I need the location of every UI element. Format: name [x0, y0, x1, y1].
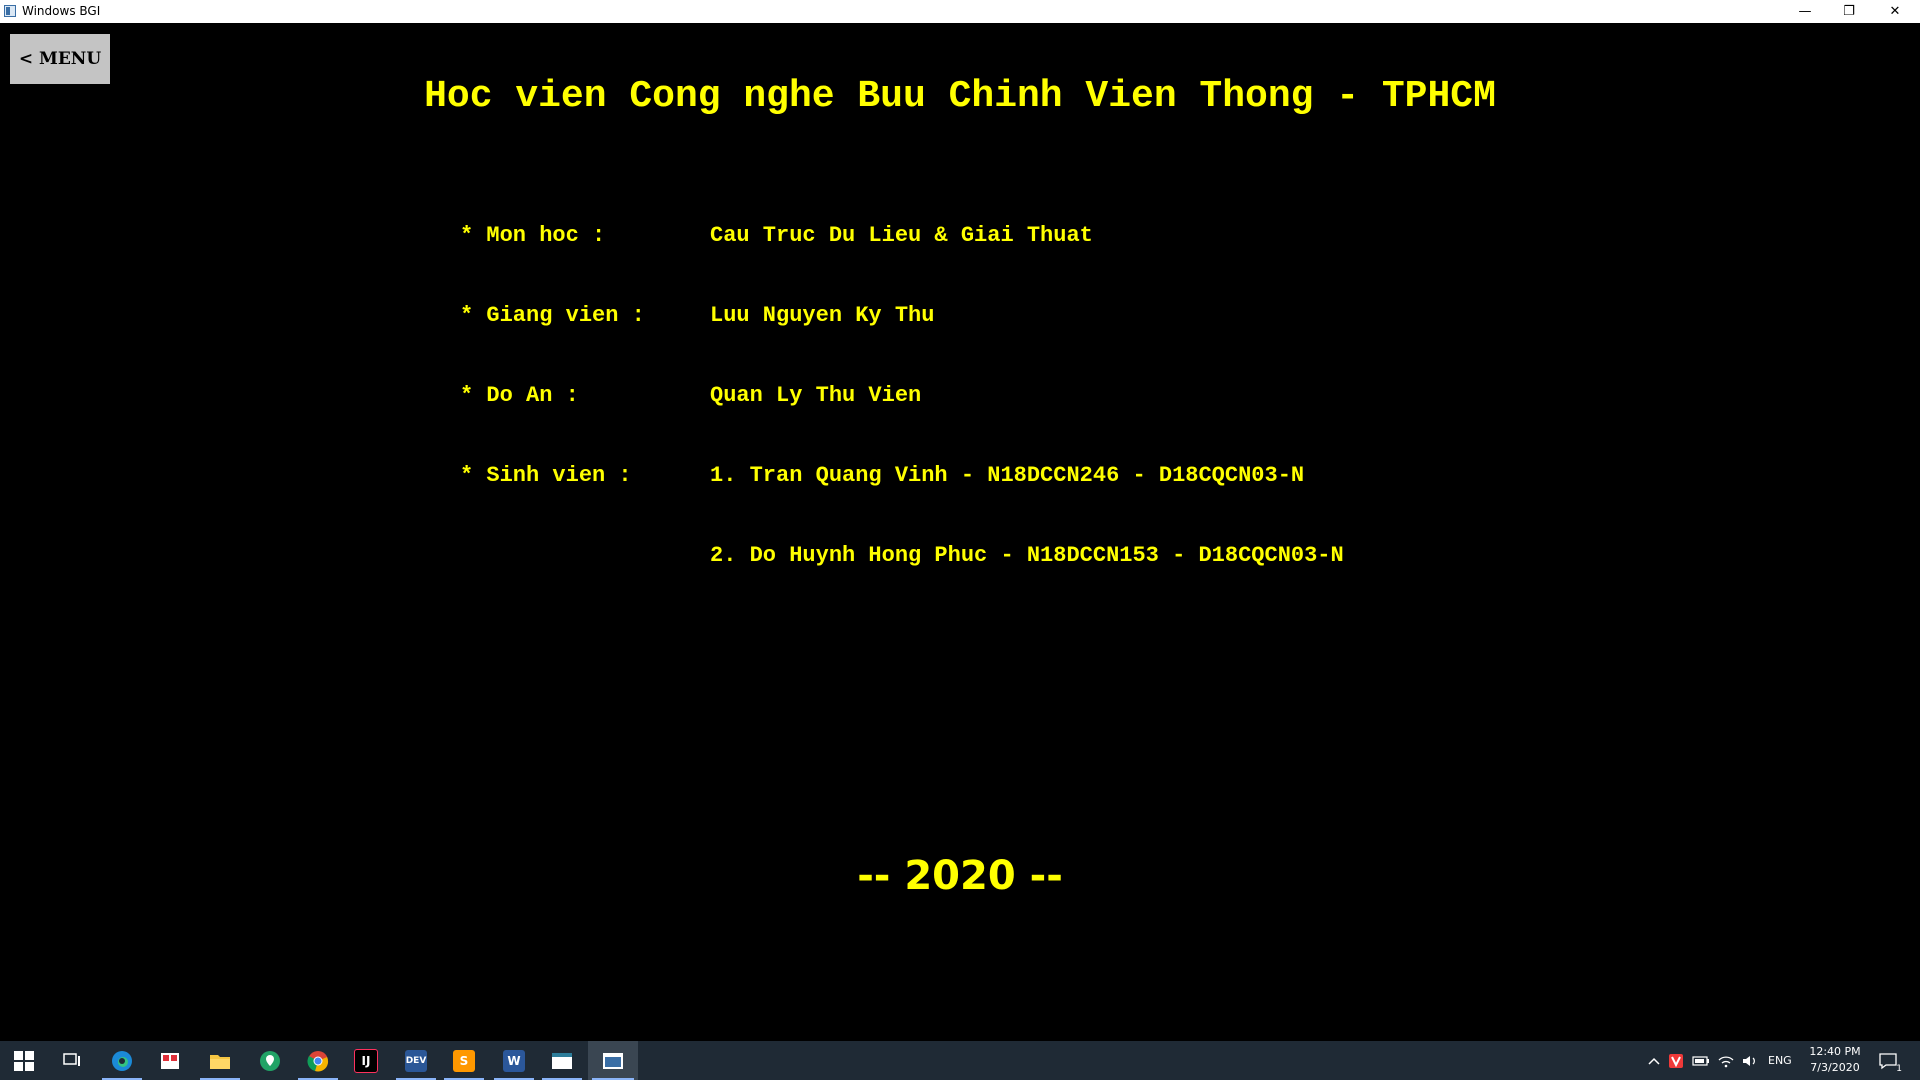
task-view-icon: [63, 1052, 80, 1066]
page-title: Hoc vien Cong nghe Buu Chinh Vien Thong …: [424, 75, 1496, 118]
wifi-icon[interactable]: [1718, 1054, 1734, 1068]
battery-icon[interactable]: [1692, 1055, 1710, 1067]
clock-date: 7/3/2020: [1810, 1061, 1860, 1074]
project-label: * Do An :: [460, 383, 579, 408]
project-value: Quan Ly Thu Vien: [710, 383, 922, 408]
clock-time: 12:40 PM: [1809, 1045, 1861, 1058]
windows-start-icon: [14, 1050, 34, 1071]
clock[interactable]: 12:40 PM 7/3/2020: [1800, 1044, 1870, 1076]
dev-cpp-icon: DEV: [405, 1049, 427, 1072]
student-2: 2. Do Huynh Hong Phuc - N18DCCN153 - D18…: [710, 543, 1344, 568]
window-title: Windows BGI: [22, 4, 101, 18]
students-label: * Sinh vien :: [460, 463, 632, 488]
word-icon: W: [503, 1049, 525, 1072]
taskbar-intellij[interactable]: IJ: [342, 1041, 390, 1080]
taskbar: IJ DEV S W ENG 12:40 PM 7/3/2020 1: [0, 1041, 1920, 1080]
chrome-icon: [307, 1050, 329, 1071]
students-row-2: 2. Do Huynh Hong Phuc - N18DCCN153 - D18…: [460, 543, 1344, 618]
minimize-button[interactable]: —: [1782, 0, 1828, 23]
subject-value: Cau Truc Du Lieu & Giai Thuat: [710, 223, 1093, 248]
restore-button[interactable]: ❐: [1826, 0, 1872, 23]
taskbar-file-explorer[interactable]: [196, 1041, 244, 1080]
snipping-tool-icon: [161, 1052, 179, 1069]
student-1: 1. Tran Quang Vinh - N18DCCN246 - D18CQC…: [710, 463, 1305, 488]
windows-bgi-icon: [603, 1052, 623, 1069]
volume-icon[interactable]: [1742, 1054, 1758, 1068]
chevron-up-icon[interactable]: [1648, 1056, 1660, 1066]
task-view-button[interactable]: [48, 1041, 96, 1080]
edge-icon: [112, 1050, 132, 1071]
intellij-icon: IJ: [354, 1048, 378, 1073]
vivaldi-tray-icon[interactable]: [1668, 1053, 1684, 1069]
taskbar-chrome[interactable]: [294, 1041, 342, 1080]
sublime-text-icon: S: [453, 1049, 475, 1072]
taskbar-sublime[interactable]: S: [440, 1041, 488, 1080]
subject-label: * Mon hoc :: [460, 223, 606, 248]
notification-center-button[interactable]: 1: [1868, 1041, 1908, 1080]
window-titlebar: Windows BGI — ❐ ✕: [0, 0, 1920, 23]
taskbar-window-app[interactable]: [538, 1041, 586, 1080]
taskbar-word[interactable]: W: [490, 1041, 538, 1080]
window-app-icon: [552, 1052, 572, 1069]
notification-icon: [1879, 1052, 1897, 1069]
bgi-canvas: < MENU Hoc vien Cong nghe Buu Chinh Vien…: [0, 23, 1920, 1041]
close-button[interactable]: ✕: [1872, 0, 1918, 23]
lecturer-value: Luu Nguyen Ky Thu: [710, 303, 935, 328]
file-explorer-icon: [210, 1054, 230, 1069]
year-footer: -- 2020 --: [857, 853, 1063, 899]
taskbar-maps[interactable]: [246, 1041, 294, 1080]
bgi-window-icon: [4, 5, 16, 17]
language-indicator[interactable]: ENG: [1768, 1054, 1792, 1067]
taskbar-dev-cpp[interactable]: DEV: [392, 1041, 440, 1080]
taskbar-snipping-tool[interactable]: [146, 1041, 194, 1080]
start-button[interactable]: [0, 1041, 48, 1080]
notification-count: 1: [1896, 1064, 1902, 1074]
lecturer-label: * Giang vien :: [460, 303, 645, 328]
maps-icon: [260, 1050, 280, 1071]
system-tray: ENG: [1648, 1041, 1792, 1080]
taskbar-edge[interactable]: [98, 1041, 146, 1080]
taskbar-windows-bgi[interactable]: [588, 1041, 638, 1080]
